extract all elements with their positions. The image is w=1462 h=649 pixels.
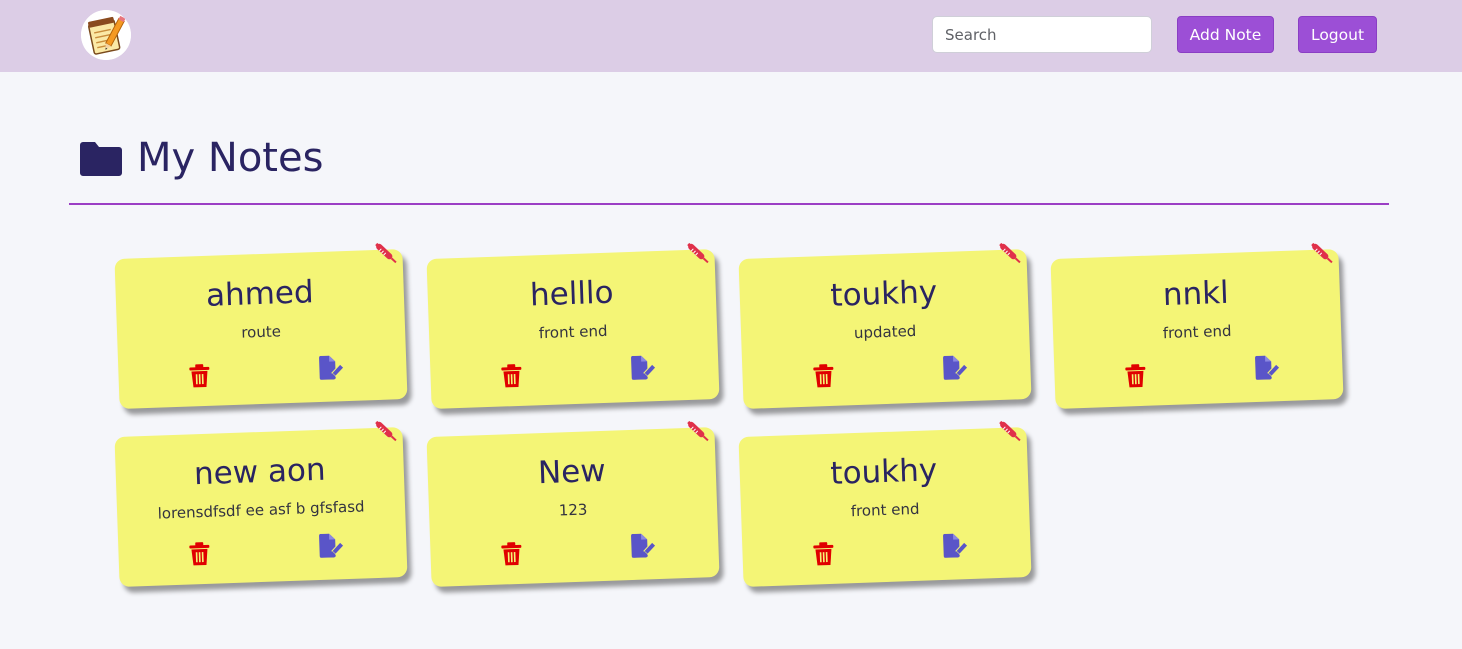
note-card[interactable]: ahmed route: [114, 242, 408, 409]
note-description: lorensdfsdf ee asf b gfsfasd: [157, 497, 365, 523]
pin-icon: [996, 239, 1025, 268]
note-card[interactable]: nnkl front end: [1050, 242, 1344, 409]
note-card[interactable]: helllo front end: [426, 242, 720, 409]
add-note-button[interactable]: Add Note: [1177, 16, 1274, 53]
pin-icon: [684, 239, 713, 268]
note-title: toukhy: [829, 274, 938, 314]
page-title: My Notes: [137, 135, 324, 181]
notepad-pencil-icon[interactable]: [81, 10, 131, 60]
note-title: New: [537, 452, 607, 492]
note-card[interactable]: New 123: [426, 420, 720, 587]
divider: [69, 203, 1389, 205]
note-title: nnkl: [1162, 274, 1230, 314]
note-description: 123: [558, 500, 588, 520]
edit-icon[interactable]: [630, 533, 657, 558]
navbar: Add Note Logout: [0, 0, 1462, 72]
trash-icon[interactable]: [188, 542, 211, 567]
trash-icon[interactable]: [812, 364, 835, 389]
note-title: toukhy: [829, 452, 938, 492]
note-description: front end: [850, 499, 920, 521]
search-input[interactable]: [932, 16, 1152, 53]
note-title: helllo: [529, 274, 615, 314]
edit-icon[interactable]: [318, 355, 345, 380]
trash-icon[interactable]: [500, 364, 523, 389]
logout-button[interactable]: Logout: [1298, 16, 1377, 53]
trash-icon[interactable]: [188, 364, 211, 389]
edit-icon[interactable]: [630, 355, 657, 380]
pin-icon: [1308, 239, 1337, 268]
note-description: updated: [853, 321, 917, 343]
note-title: ahmed: [205, 274, 315, 314]
edit-icon[interactable]: [942, 533, 969, 558]
note-card[interactable]: new aon lorensdfsdf ee asf b gfsfasd: [114, 420, 408, 587]
note-description: route: [240, 322, 282, 342]
trash-icon[interactable]: [812, 542, 835, 567]
pin-icon: [372, 239, 401, 268]
edit-icon[interactable]: [1254, 355, 1281, 380]
note-description: front end: [1162, 321, 1232, 343]
note-description: front end: [538, 321, 608, 343]
edit-icon[interactable]: [318, 533, 345, 558]
trash-icon[interactable]: [1124, 364, 1147, 389]
note-title: new aon: [193, 451, 327, 493]
pin-icon: [996, 417, 1025, 446]
note-card[interactable]: toukhy front end: [738, 420, 1032, 587]
pin-icon: [684, 417, 713, 446]
pin-icon: [372, 417, 401, 446]
edit-icon[interactable]: [942, 355, 969, 380]
trash-icon[interactable]: [500, 542, 523, 567]
note-card[interactable]: toukhy updated: [738, 242, 1032, 409]
folder-icon: [80, 142, 122, 176]
